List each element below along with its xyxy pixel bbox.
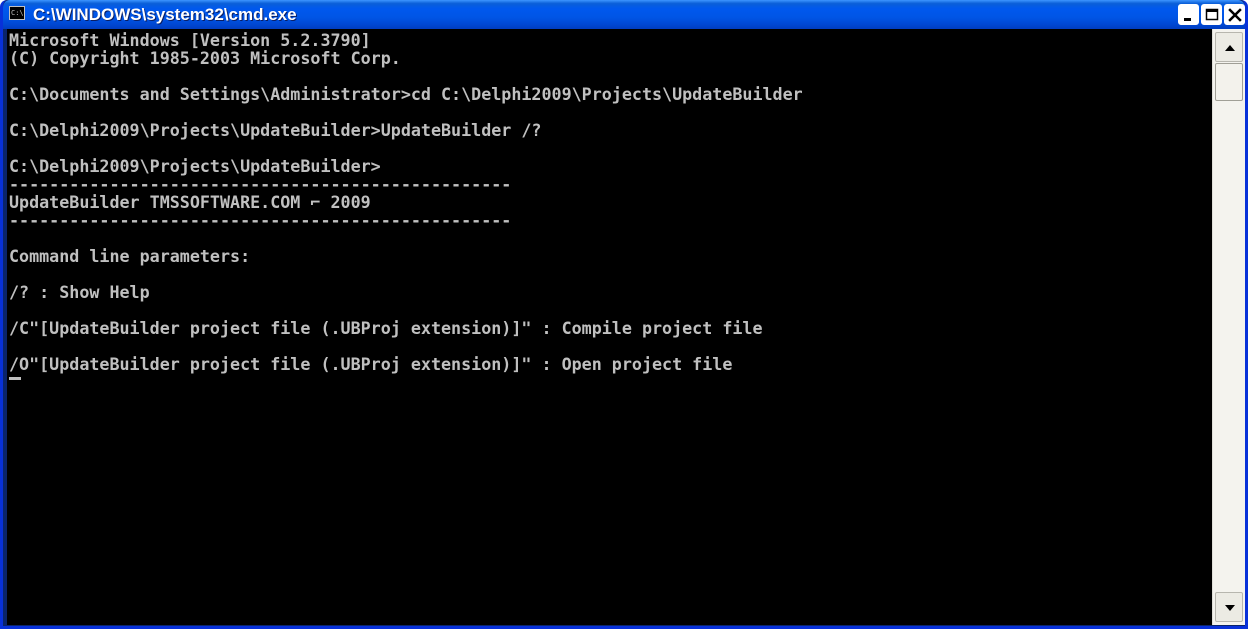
minimize-button[interactable]	[1178, 4, 1199, 25]
console-line: UpdateBuilder TMSSOFTWARE.COM ⌐ 2009	[9, 192, 371, 212]
console-line: Microsoft Windows [Version 5.2.3790]	[9, 30, 371, 50]
console-line: (C) Copyright 1985-2003 Microsoft Corp.	[9, 48, 401, 68]
console-line: /O"[UpdateBuilder project file (.UBProj …	[9, 354, 733, 374]
minimize-icon	[1184, 18, 1191, 21]
close-button[interactable]	[1224, 4, 1245, 25]
cmd-window: C:\ C:\WINDOWS\system32\cmd.exe Microsof…	[0, 0, 1248, 629]
arrow-up-icon	[1225, 45, 1235, 51]
console-line: C:\Delphi2009\Projects\UpdateBuilder>Upd…	[9, 120, 542, 140]
scroll-up-button[interactable]	[1215, 32, 1243, 62]
title-bar[interactable]: C:\ C:\WINDOWS\system32\cmd.exe	[3, 0, 1245, 29]
console-line: ----------------------------------------…	[9, 174, 512, 194]
scroll-thumb[interactable]	[1215, 63, 1243, 101]
console-line: Command line parameters:	[9, 246, 251, 266]
console-output[interactable]: Microsoft Windows [Version 5.2.3790] (C)…	[7, 29, 1212, 625]
scroll-down-button[interactable]	[1215, 592, 1243, 622]
cmd-app-icon[interactable]: C:\	[9, 6, 25, 20]
console-line: C:\Documents and Settings\Administrator>…	[9, 84, 803, 104]
vertical-scrollbar[interactable]	[1212, 29, 1245, 625]
maximize-icon	[1205, 8, 1219, 21]
console-line: /? : Show Help	[9, 282, 150, 302]
maximize-button[interactable]	[1201, 4, 1222, 25]
arrow-down-icon	[1225, 605, 1235, 611]
console-line: ----------------------------------------…	[9, 210, 512, 230]
window-title: C:\WINDOWS\system32\cmd.exe	[33, 5, 297, 24]
console-line: C:\Delphi2009\Projects\UpdateBuilder>	[9, 156, 381, 176]
text-cursor	[9, 377, 21, 380]
console-line: /C"[UpdateBuilder project file (.UBProj …	[9, 318, 763, 338]
close-icon	[1228, 8, 1242, 22]
